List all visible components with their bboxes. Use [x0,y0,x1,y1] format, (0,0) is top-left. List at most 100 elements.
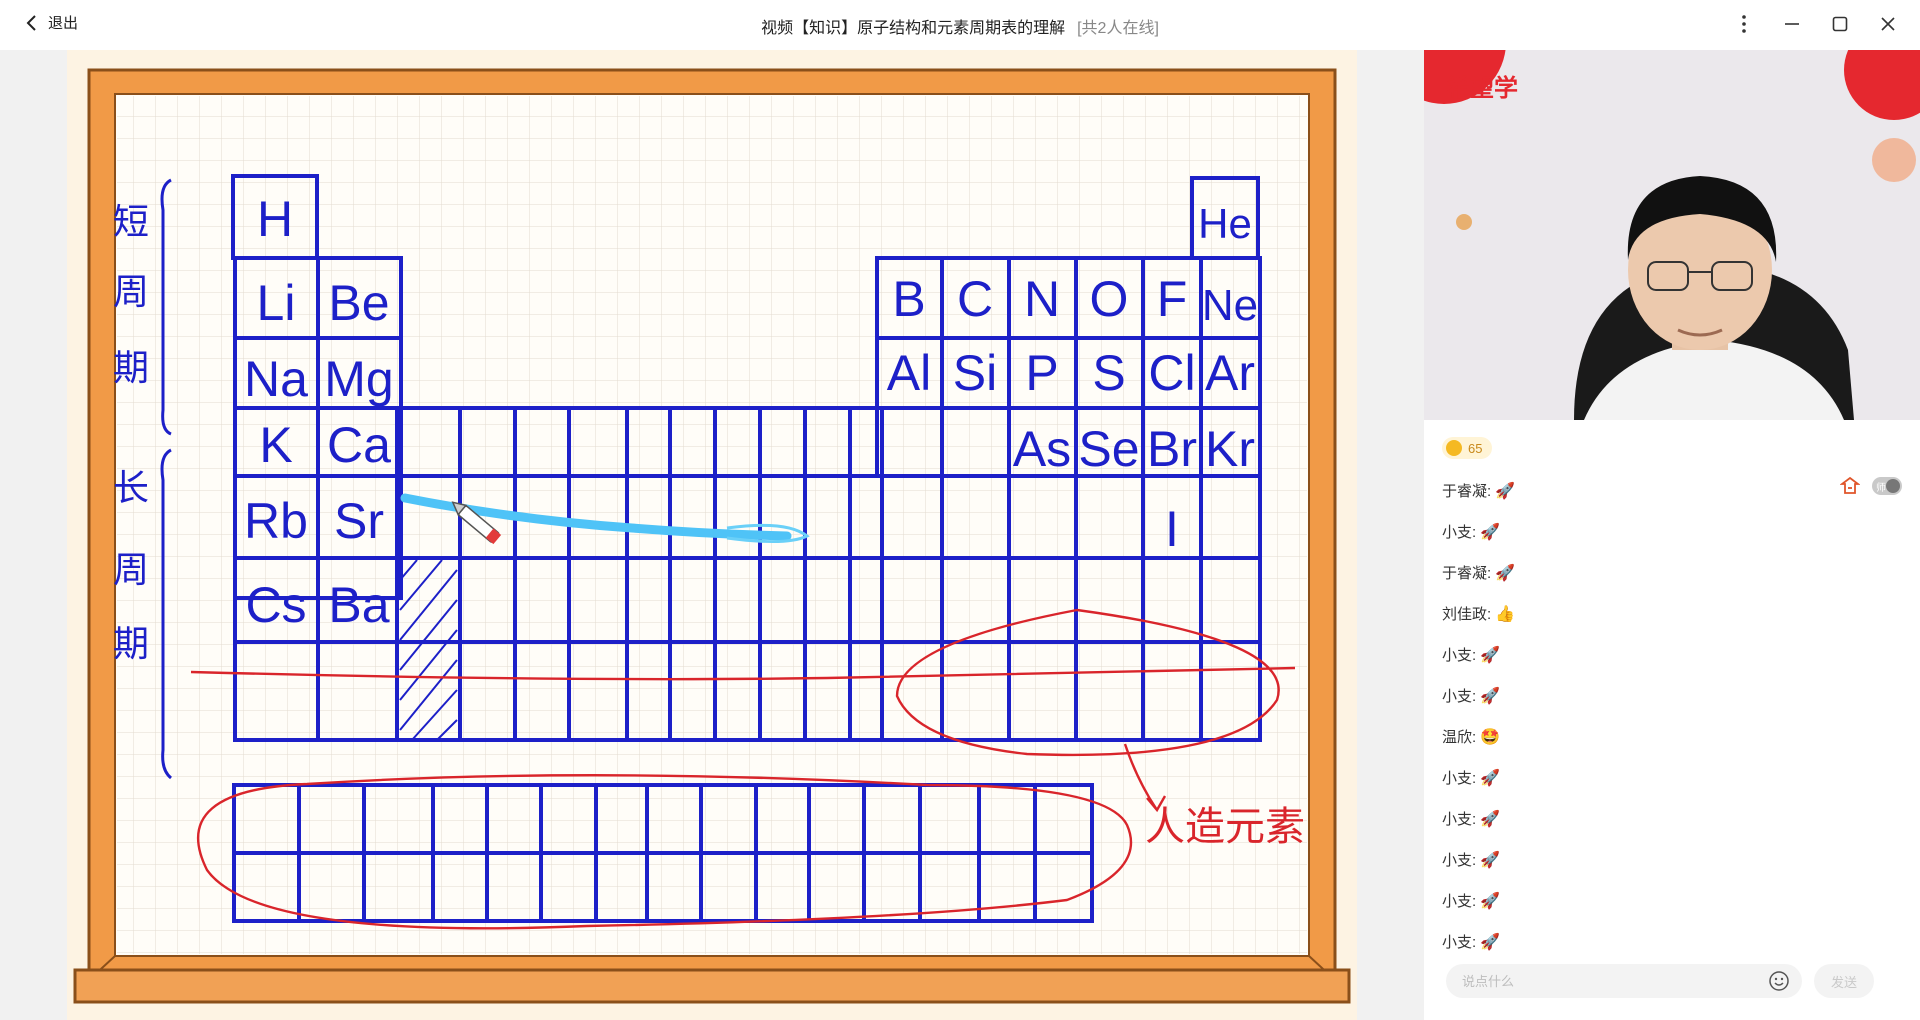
element-symbol: K [259,417,292,473]
element-symbol: H [257,191,293,247]
element-symbol: As [1013,421,1071,477]
minimize-button[interactable] [1778,10,1806,38]
element-symbol: Ne [1202,281,1258,330]
chat-user: 小支: [1442,811,1477,828]
artificial-elements-note: 人造元素 [1145,804,1305,850]
emoji-icon[interactable] [1768,970,1790,992]
rocket-icon: 🚀 [1480,892,1501,910]
element-symbol: O [1090,271,1129,327]
title-bar: 退出 视频【知识】原子结构和元素周期表的理解 [共2人在线] [0,0,1920,50]
chat-input-bar [1446,964,1802,998]
teacher-video-frame [1424,50,1920,420]
rocket-icon: 🚀 [1480,646,1501,664]
element-symbol: Br [1147,421,1197,477]
chat-user: 温欣: [1442,729,1477,746]
chat-input[interactable] [1460,972,1768,990]
element-symbol: Ar [1205,345,1255,401]
chat-user: 小支: [1442,893,1477,910]
maximize-button[interactable] [1826,10,1854,38]
side-panel: 希望学 65 师 于睿凝: 🚀 小支: 🚀 于睿凝: 🚀 刘佳政: 👍 小支: 🚀 小支:… [1424,50,1920,1020]
element-symbol: Si [953,345,997,401]
short-period-char: 期 [113,348,149,389]
minimize-icon [1785,23,1799,25]
chat-user: 于睿凝: [1442,565,1492,582]
window-controls [1730,10,1902,38]
element-symbol: Rb [244,493,308,549]
chat-message: 小支: 🚀 [1442,634,1902,675]
element-symbol: P [1025,345,1058,401]
brand-logo: 希望学 [1446,74,1518,102]
chat-message: 小支: 🚀 [1442,757,1902,798]
chat-message: 刘佳政: 👍 [1442,593,1902,634]
short-period-char: 短 [113,202,149,243]
course-title: 视频【知识】原子结构和元素周期表的理解 [761,20,1066,37]
rocket-icon: 🚀 [1495,482,1516,500]
element-symbol: F [1157,271,1188,327]
like-counter[interactable]: 65 [1442,437,1493,459]
rocket-icon: 🚀 [1480,769,1501,787]
chat-message: 于睿凝: 🚀 [1442,552,1902,593]
element-symbol: Kr [1205,421,1255,477]
rocket-icon: 🚀 [1495,564,1516,582]
whiteboard[interactable]: H He Li Be B C N O F Ne Na Mg Al Si P S … [67,50,1357,1020]
long-period-char: 期 [113,624,149,665]
chat-user: 小支: [1442,934,1477,951]
close-button[interactable] [1874,10,1902,38]
element-symbol: N [1024,271,1060,327]
rocket-icon: 🚀 [1480,933,1501,951]
window-title: 视频【知识】原子结构和元素周期表的理解 [共2人在线] [0,14,1920,38]
chat-message: 小支: 🚀 [1442,511,1902,552]
element-symbol: Mg [324,351,393,407]
element-symbol: Li [257,275,296,331]
rocket-icon: 🚀 [1480,523,1501,541]
chat-user: 小支: [1442,852,1477,869]
chat-message: 温欣: 🤩 [1442,716,1902,757]
chat-message: 小支: 🚀 [1442,880,1902,921]
more-vertical-icon [1742,15,1746,33]
chat-message: 于睿凝: 🚀 [1442,470,1902,511]
element-symbol: Sr [334,493,384,549]
exit-button[interactable]: 退出 [26,12,78,33]
long-period-char: 周 [113,550,149,591]
element-symbol: Ca [327,417,391,473]
close-icon [1881,17,1895,31]
chat-user: 小支: [1442,647,1477,664]
chat-user: 刘佳政: [1442,606,1492,623]
online-count: [共2人在线] [1077,20,1159,37]
element-symbol: He [1198,200,1252,247]
rocket-icon: 🚀 [1480,687,1501,705]
element-symbol: Na [244,351,308,407]
chat-user: 小支: [1442,524,1477,541]
more-menu-button[interactable] [1730,10,1758,38]
element-symbol: B [892,271,925,327]
chat-message: 小支: 🚀 [1442,839,1902,880]
element-symbol: S [1092,345,1125,401]
teacher-video: 希望学 [1424,50,1920,420]
maximize-icon [1832,16,1848,32]
whiteboard-canvas: H He Li Be B C N O F Ne Na Mg Al Si P S … [73,68,1351,1004]
chat-user: 小支: [1442,770,1477,787]
element-symbol: Al [887,345,931,401]
chat-list: 于睿凝: 🚀 小支: 🚀 于睿凝: 🚀 刘佳政: 👍 小支: 🚀 小支: 🚀 温欣: 🤩 小支… [1442,470,1902,962]
whiteboard-area: H He Li Be B C N O F Ne Na Mg Al Si P S … [0,50,1424,1020]
star-eyes-icon: 🤩 [1480,728,1501,746]
thumbs-up-icon: 👍 [1495,605,1516,623]
short-period-char: 周 [113,272,149,313]
chat-user: 小支: [1442,688,1477,705]
chat-user: 于睿凝: [1442,483,1492,500]
send-button[interactable]: 发送 [1814,964,1874,998]
element-symbol: Cs [245,577,306,633]
chat-message: 小支: 🚀 [1442,921,1902,962]
chevron-left-icon [26,14,36,31]
like-count: 65 [1468,440,1483,456]
exit-label: 退出 [48,15,79,32]
long-period-char: 长 [113,468,149,509]
element-symbol: Be [328,275,389,331]
element-symbol: Se [1078,421,1139,477]
rocket-icon: 🚀 [1480,851,1501,869]
rocket-icon: 🚀 [1480,810,1501,828]
element-symbol: Cl [1148,345,1195,401]
chat-message: 小支: 🚀 [1442,675,1902,716]
element-symbol: C [957,271,993,327]
coin-icon [1446,440,1462,456]
